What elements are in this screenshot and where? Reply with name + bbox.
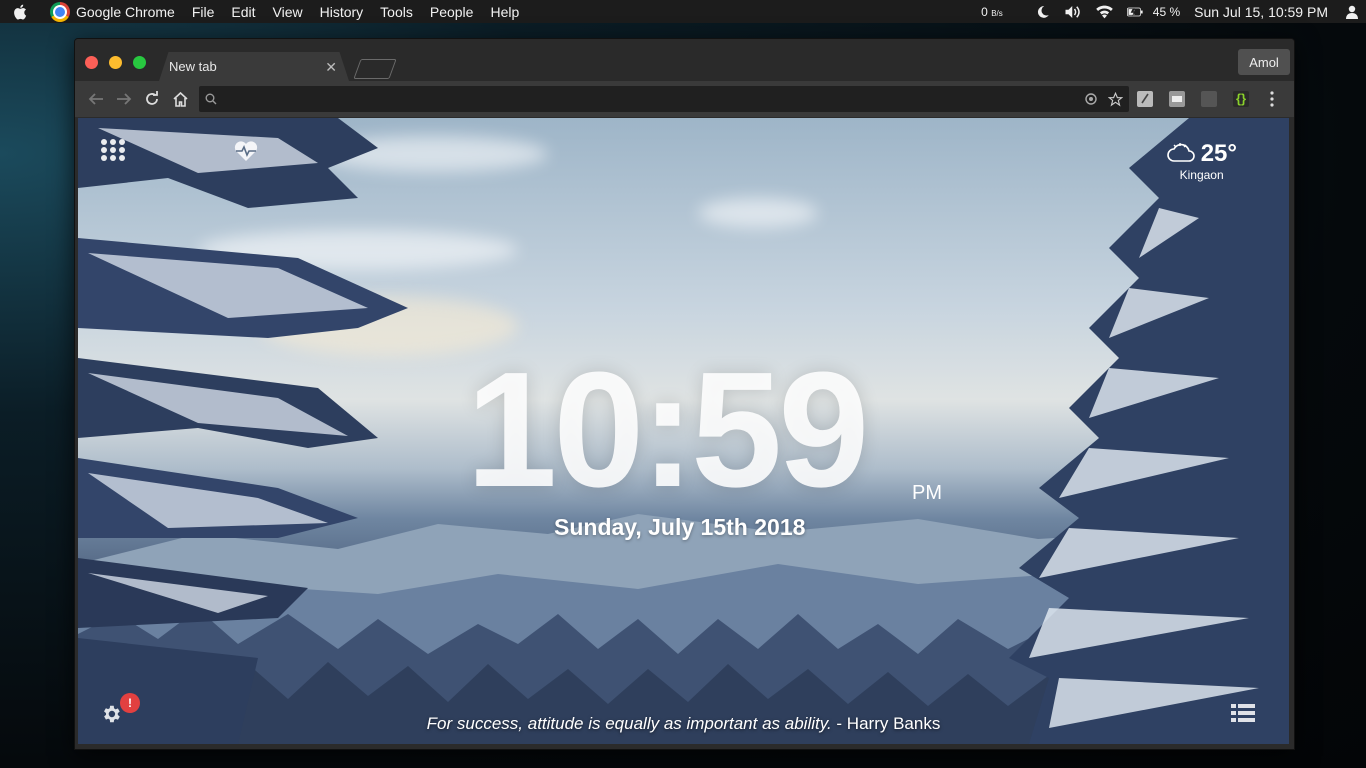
- reload-icon[interactable]: [141, 88, 163, 110]
- menu-help[interactable]: Help: [490, 4, 519, 20]
- address-bar[interactable]: [199, 86, 1129, 112]
- back-icon[interactable]: [85, 88, 107, 110]
- menu-people[interactable]: People: [430, 4, 474, 20]
- net-speed-value: 0: [981, 4, 988, 19]
- forward-icon[interactable]: [113, 88, 135, 110]
- menubar-clock[interactable]: Sun Jul 15, 10:59 PM: [1194, 4, 1328, 20]
- battery-percent: 45 %: [1152, 4, 1181, 19]
- battery-icon[interactable]: [1126, 7, 1143, 17]
- extension-translate-icon[interactable]: [1169, 91, 1185, 107]
- quote-author: - Harry Banks: [831, 714, 941, 733]
- window-minimize-button[interactable]: [109, 56, 122, 69]
- tab-close-icon[interactable]: ✕: [325, 59, 337, 76]
- location-icon[interactable]: [1084, 92, 1098, 106]
- apple-icon[interactable]: [12, 3, 34, 21]
- tab-title: New tab: [169, 59, 217, 74]
- search-icon: [205, 93, 217, 105]
- volume-icon[interactable]: [1064, 4, 1082, 20]
- menu-history[interactable]: History: [320, 4, 364, 20]
- apps-grid-icon[interactable]: [100, 138, 126, 167]
- list-icon[interactable]: [1231, 703, 1255, 728]
- home-icon[interactable]: [169, 88, 191, 110]
- omnibox-input[interactable]: [225, 87, 1084, 111]
- wifi-icon[interactable]: [1095, 5, 1113, 19]
- menu-dots-icon[interactable]: [1261, 88, 1283, 110]
- menu-bar: Google Chrome File Edit View History Too…: [0, 0, 1366, 23]
- extension-json-icon[interactable]: {}: [1233, 91, 1249, 107]
- tab-new-tab[interactable]: New tab ✕: [159, 52, 349, 81]
- extension-pen-icon[interactable]: [1137, 91, 1153, 107]
- new-tab-page: 25° Kingaon 10:59 PM Sunday, July 15th 2…: [78, 118, 1289, 744]
- new-tab-button[interactable]: [353, 59, 397, 79]
- tab-strip: New tab ✕ Amol: [75, 39, 1294, 81]
- window-close-button[interactable]: [85, 56, 98, 69]
- user-icon[interactable]: [1346, 5, 1358, 19]
- clock-time: 10:59: [466, 338, 869, 521]
- quote: For success, attitude is equally as impo…: [78, 714, 1289, 734]
- cloud-icon: [1166, 141, 1196, 168]
- menu-edit[interactable]: Edit: [231, 4, 255, 20]
- extension-shield-icon[interactable]: [1201, 91, 1217, 107]
- window-maximize-button[interactable]: [133, 56, 146, 69]
- weather-temperature: 25°: [1200, 140, 1237, 167]
- health-icon[interactable]: [234, 140, 258, 167]
- net-speed[interactable]: 0 B/s: [981, 5, 1003, 19]
- menu-view[interactable]: View: [273, 4, 303, 20]
- net-speed-unit: B/s: [991, 8, 1003, 18]
- quote-text: For success, attitude is equally as impo…: [426, 714, 832, 733]
- notification-badge[interactable]: !: [120, 693, 140, 713]
- clock-date: Sunday, July 15th 2018: [554, 514, 806, 540]
- menu-file[interactable]: File: [192, 4, 215, 20]
- star-icon[interactable]: [1108, 91, 1123, 107]
- app-name[interactable]: Google Chrome: [76, 4, 175, 20]
- toolbar: {}: [75, 81, 1294, 117]
- menu-tools[interactable]: Tools: [380, 4, 413, 20]
- profile-button[interactable]: Amol: [1238, 49, 1290, 75]
- chrome-logo-icon[interactable]: [50, 1, 70, 22]
- clock-ampm: PM: [912, 482, 942, 504]
- weather-widget[interactable]: 25° Kingaon: [1166, 140, 1237, 182]
- moon-icon[interactable]: [1036, 5, 1050, 19]
- chrome-window: New tab ✕ Amol {} 25° Kingaon 10:59 PM S…: [74, 38, 1295, 750]
- weather-city: Kingaon: [1179, 168, 1224, 182]
